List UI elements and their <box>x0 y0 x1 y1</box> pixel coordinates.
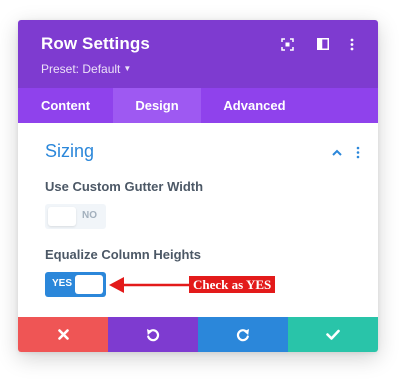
tab-content[interactable]: Content <box>18 88 113 123</box>
undo-icon <box>147 328 160 341</box>
toggle-state-text: NO <box>82 210 97 221</box>
chevron-up-icon[interactable] <box>331 145 343 161</box>
toggle-knob <box>48 207 76 226</box>
modal-header: Row Settings Preset: Default ▼ <box>18 20 378 88</box>
annotation-label: Check as YES <box>189 276 276 293</box>
tab-design[interactable]: Design <box>113 88 201 123</box>
gutter-width-toggle[interactable]: NO <box>45 204 106 229</box>
sidebar-toggle-icon[interactable] <box>315 36 331 52</box>
focus-icon[interactable] <box>279 36 295 52</box>
settings-content: Sizing Use Custom Gutter Width NO Equali… <box>18 123 378 317</box>
preset-selector[interactable]: Preset: Default ▼ <box>41 62 131 76</box>
modal-title: Row Settings <box>41 34 150 53</box>
check-icon <box>326 329 340 340</box>
row-settings-modal: Row Settings Preset: Default ▼ Content D… <box>18 20 378 352</box>
caret-down-icon: ▼ <box>123 64 132 73</box>
section-more-icon[interactable] <box>356 145 360 161</box>
annotation-arrow <box>109 277 189 293</box>
preset-label: Preset: Default <box>41 62 121 76</box>
tab-advanced[interactable]: Advanced <box>201 88 308 123</box>
section-title[interactable]: Sizing <box>45 141 94 162</box>
toggle-knob <box>75 275 103 294</box>
undo-button[interactable] <box>108 317 198 352</box>
gutter-width-label: Use Custom Gutter Width <box>45 179 204 194</box>
redo-icon <box>236 328 249 341</box>
settings-tabs: Content Design Advanced <box>18 88 378 123</box>
cancel-button[interactable] <box>18 317 108 352</box>
toggle-state-text: YES <box>52 278 73 289</box>
modal-footer <box>18 317 378 352</box>
equalize-heights-toggle[interactable]: YES <box>45 272 106 297</box>
close-icon <box>57 329 69 340</box>
equalize-heights-label: Equalize Column Heights <box>45 247 202 262</box>
more-vertical-icon[interactable] <box>344 36 360 52</box>
redo-button[interactable] <box>198 317 288 352</box>
save-button[interactable] <box>288 317 378 352</box>
